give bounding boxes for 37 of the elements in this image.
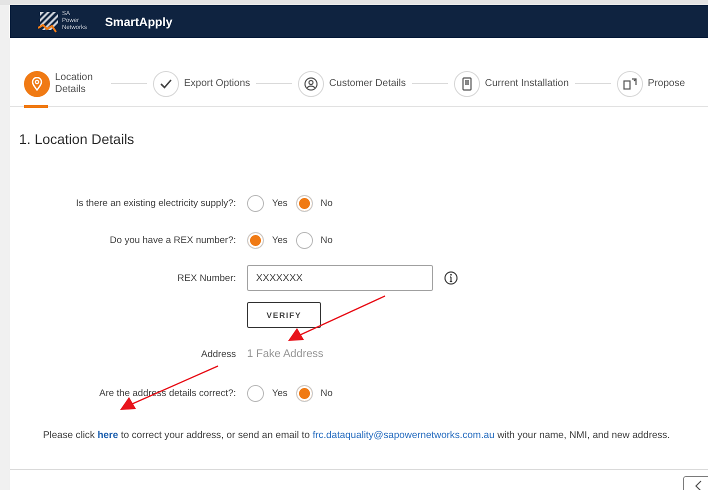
step-tab[interactable]: Current Installation [454, 61, 569, 106]
radio-label: No [320, 388, 333, 399]
email-link[interactable]: frc.dataquality@sapowernetworks.com.au [312, 430, 495, 441]
devices-icon [622, 78, 637, 90]
chevron-left-icon [694, 480, 702, 490]
here-link[interactable]: here [97, 430, 118, 441]
radio-label: Yes [272, 198, 288, 209]
radio-button[interactable] [247, 195, 264, 212]
tablet-icon [462, 76, 472, 90]
field-label: REX Number: [177, 272, 236, 284]
radio-button[interactable] [247, 385, 264, 402]
step-tab[interactable]: Customer Details [298, 61, 406, 106]
notice-text: Please click here to correct your address, or send an email to frc.dataquality@sapowernetworks.com.au with your name, NMI, and new address. [43, 430, 671, 441]
step-tab[interactable]: Export Options [153, 61, 250, 106]
section-title: 1. Location Details [19, 131, 136, 147]
radio-button[interactable] [296, 195, 312, 212]
radio-button[interactable] [296, 385, 312, 402]
radio-label: No [320, 198, 333, 209]
step-tab[interactable]: Propose [616, 61, 686, 106]
radio-label: Yes [272, 235, 288, 246]
address-value: 1 Fake Address [247, 348, 324, 360]
app-title: SmartApply [105, 14, 172, 28]
striped-logo-icon [38, 10, 60, 34]
rex-number-field[interactable]: XXXXXXX [247, 265, 433, 291]
verify-button[interactable]: VERIFY [247, 302, 321, 328]
step-tab[interactable]: Location Details [24, 61, 105, 106]
field-label: Do you have a REX number?: [110, 235, 236, 246]
radio-label: No [320, 235, 333, 246]
field-label: Is there an existing electricity supply?: [76, 198, 236, 209]
radio-button[interactable] [296, 232, 312, 249]
radio-label: Yes [272, 388, 288, 399]
checkmark-icon [160, 78, 172, 88]
info-icon[interactable] [444, 271, 458, 285]
user-circle-icon [304, 76, 318, 90]
field-label: Address [201, 348, 236, 360]
location-pin-icon [31, 76, 43, 90]
radio-button[interactable] [247, 232, 264, 249]
